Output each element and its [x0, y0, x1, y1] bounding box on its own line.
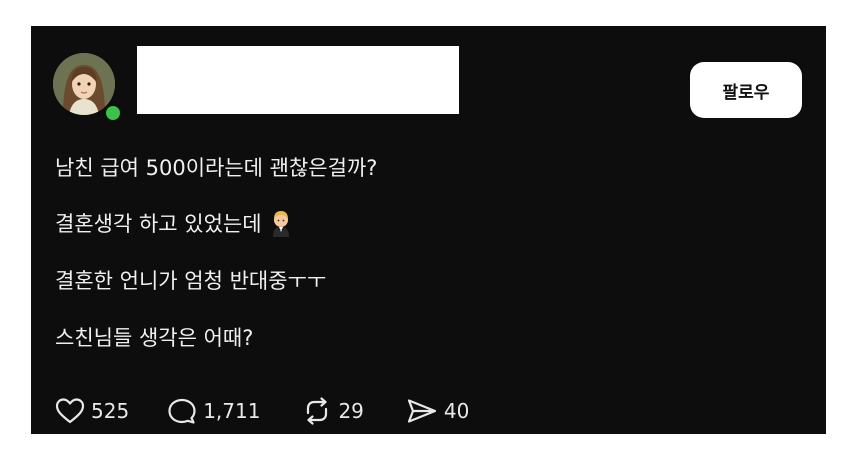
- post-text-line-3: 결혼한 언니가 엄청 반대중ㅜㅜ: [55, 269, 327, 293]
- post-card: 팔로우 남친 급여 500이라는데 괜찮은걸까? 결혼생각 하고 있었는데 결혼…: [31, 26, 826, 434]
- comment-button[interactable]: 1,711: [167, 397, 260, 425]
- post-text-line-4: 스친님들 생각은 어때?: [55, 326, 254, 350]
- repost-count: 29: [338, 399, 364, 423]
- share-button[interactable]: 40: [406, 397, 469, 425]
- comment-bubble-icon: [168, 398, 196, 424]
- post-text-line-1: 남친 급여 500이라는데 괜찮은걸까?: [55, 156, 378, 180]
- send-icon: [407, 399, 437, 423]
- repost-icon: [307, 397, 328, 425]
- person-in-tuxedo-emoji-icon: [268, 209, 294, 242]
- repost-button[interactable]: 29: [302, 397, 364, 425]
- author-name-redacted: [137, 46, 459, 114]
- like-button[interactable]: 525: [55, 397, 129, 425]
- post-text-line-2: 결혼생각 하고 있었는데: [55, 208, 294, 242]
- post-text-line-2-text: 결혼생각 하고 있었는데: [55, 212, 262, 236]
- share-count: 40: [443, 399, 470, 423]
- follow-button[interactable]: 팔로우: [690, 62, 802, 118]
- online-status-dot: [103, 103, 123, 123]
- comment-count: 1,711: [203, 399, 261, 423]
- heart-icon: [55, 398, 85, 424]
- post-actions-bar: 525 1,711 29 40: [55, 396, 469, 426]
- like-count: 525: [91, 399, 130, 423]
